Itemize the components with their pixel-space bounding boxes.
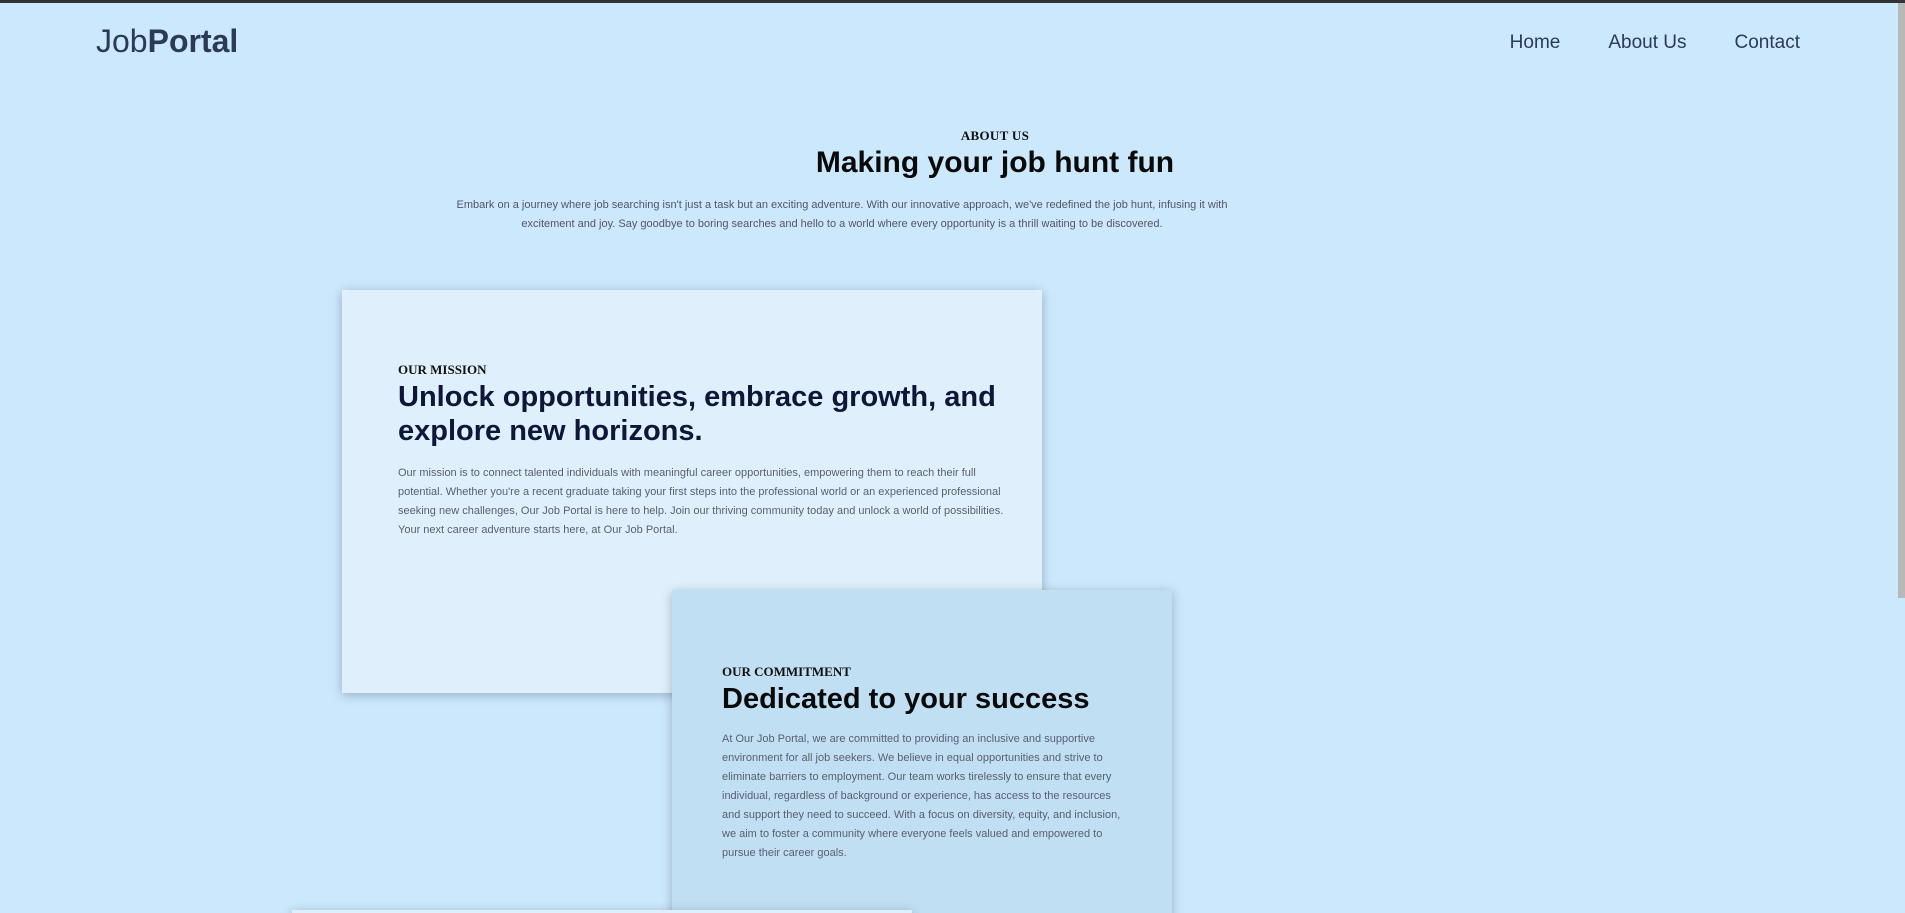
commitment-text: At Our Job Portal, we are committed to p… (722, 733, 1121, 859)
commitment-eyebrow: OUR COMMITMENT (722, 664, 851, 679)
commitment-card: OUR COMMITMENT Dedicated to your success… (672, 590, 1172, 913)
logo-portal: Portal (147, 23, 239, 59)
mission-title: Unlock opportunities, embrace growth, an… (398, 381, 996, 447)
nav-home[interactable]: Home (1510, 32, 1561, 54)
page: JobPortal Home About Us Contact ABOUT US… (0, 0, 1905, 913)
logo[interactable]: JobPortal (96, 23, 238, 60)
about-header: ABOUT US Making your job hunt fun (0, 128, 1905, 180)
about-eyebrow: ABOUT US (960, 128, 1030, 143)
mission-eyebrow: OUR MISSION (398, 362, 487, 377)
nav-contact[interactable]: Contact (1735, 32, 1800, 54)
logo-job: Job (96, 23, 148, 59)
nav-about-us[interactable]: About Us (1608, 32, 1686, 54)
scrollbar-thumb[interactable] (1898, 3, 1905, 598)
main-nav: Home About Us Contact (1510, 32, 1800, 54)
about-description: Embark on a journey where job searching … (456, 199, 1228, 230)
commitment-title: Dedicated to your success (722, 683, 1090, 715)
mission-text: Our mission is to connect talented indiv… (398, 467, 1004, 536)
about-title: Making your job hunt fun (815, 146, 1175, 179)
